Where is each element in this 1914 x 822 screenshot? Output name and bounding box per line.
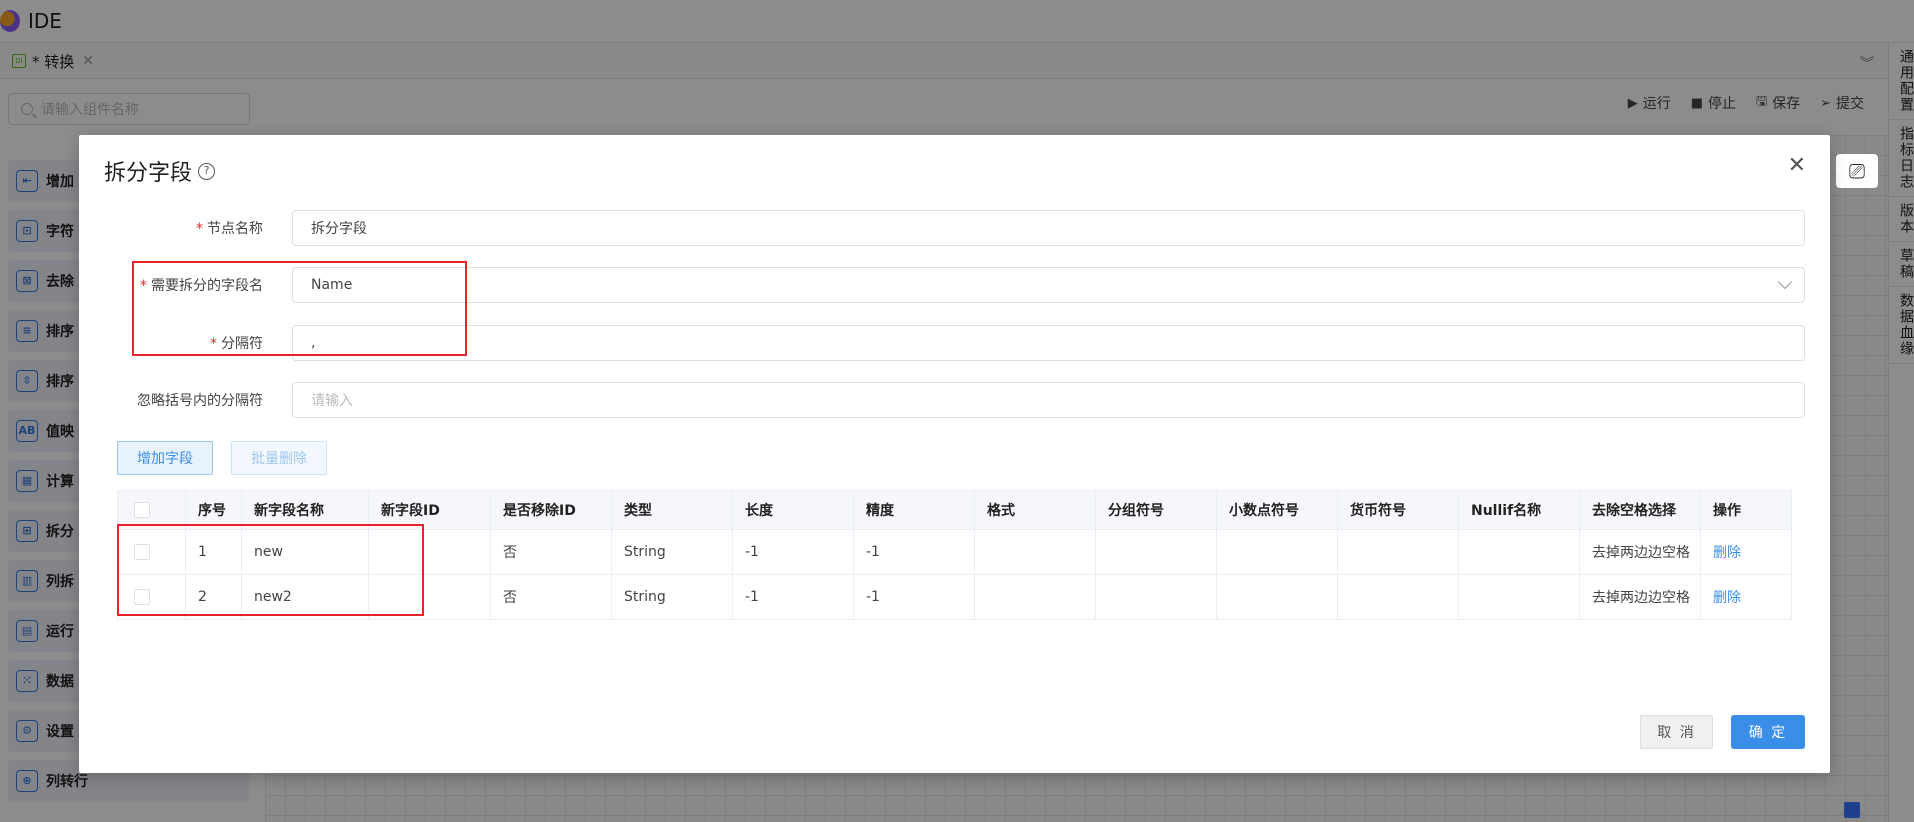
- required-mark: *: [196, 221, 203, 237]
- table-cell[interactable]: [1095, 529, 1217, 575]
- dialog-footer: 取 消 确 定: [1640, 715, 1805, 749]
- table-cell[interactable]: [1337, 574, 1459, 620]
- confirm-button[interactable]: 确 定: [1731, 715, 1805, 749]
- col-header: 操作: [1700, 490, 1792, 530]
- close-icon[interactable]: ✕: [1788, 153, 1806, 178]
- col-header: 格式: [974, 490, 1096, 530]
- table-cell[interactable]: String: [611, 529, 733, 575]
- col-header: 小数点符号: [1216, 490, 1338, 530]
- col-header: 去除空格选择: [1579, 490, 1701, 530]
- dialog-title-text: 拆分字段: [104, 161, 193, 186]
- table-cell[interactable]: [1458, 529, 1580, 575]
- add-field-button[interactable]: 增加字段: [117, 441, 213, 475]
- highlight-box: [117, 524, 424, 616]
- corner-widget-icon[interactable]: [1844, 802, 1860, 818]
- table-cell[interactable]: 去掉两边边空格: [1579, 529, 1701, 575]
- col-header: Nullif名称: [1458, 490, 1580, 530]
- split-field-select[interactable]: Name: [292, 267, 1805, 303]
- table-cell[interactable]: [1216, 529, 1338, 575]
- table-cell[interactable]: 否: [490, 529, 612, 575]
- delete-cell: 删除: [1700, 529, 1792, 575]
- table-cell[interactable]: 否: [490, 574, 612, 620]
- cancel-button[interactable]: 取 消: [1640, 715, 1713, 749]
- select-all-checkbox[interactable]: [134, 502, 150, 518]
- table-cell[interactable]: -1: [732, 529, 854, 575]
- table-cell[interactable]: [974, 574, 1096, 620]
- table-cell[interactable]: [1095, 574, 1217, 620]
- table-actions: 增加字段 批量删除: [117, 441, 327, 475]
- col-header: 长度: [732, 490, 854, 530]
- table-cell[interactable]: [1337, 529, 1459, 575]
- batch-delete-button[interactable]: 批量删除: [231, 441, 327, 475]
- col-header: 分组符号: [1095, 490, 1217, 530]
- help-icon[interactable]: ?: [198, 162, 216, 180]
- col-header: 货币符号: [1337, 490, 1459, 530]
- ignore-brackets-label: 忽略括号内的分隔符: [137, 393, 263, 409]
- table-cell[interactable]: [1216, 574, 1338, 620]
- delete-cell: 删除: [1700, 574, 1792, 620]
- highlight-box: [132, 261, 467, 356]
- dialog-title: 拆分字段 ?: [104, 155, 216, 187]
- node-name-input[interactable]: 拆分字段: [292, 210, 1805, 246]
- delimiter-input[interactable]: ,: [292, 325, 1805, 361]
- table-cell[interactable]: 去掉两边边空格: [1579, 574, 1701, 620]
- col-header: 精度: [853, 490, 975, 530]
- chevron-down-icon: [1777, 274, 1793, 290]
- delete-row-link[interactable]: 删除: [1713, 590, 1741, 606]
- floating-save-icon[interactable]: ⎚: [1836, 154, 1878, 188]
- delete-row-link[interactable]: 删除: [1713, 545, 1741, 561]
- node-name-label-text: 节点名称: [207, 221, 263, 237]
- ignore-brackets-input[interactable]: 请输入: [292, 382, 1805, 418]
- table-cell[interactable]: [974, 529, 1096, 575]
- node-name-label: * 节点名称: [79, 218, 277, 238]
- col-header: 是否移除ID: [490, 490, 612, 530]
- table-cell[interactable]: -1: [853, 574, 975, 620]
- table-cell[interactable]: [1458, 574, 1580, 620]
- col-header: 类型: [611, 490, 733, 530]
- ignore-brackets-row: 忽略括号内的分隔符 请输入: [79, 382, 1830, 418]
- node-name-row: * 节点名称 拆分字段: [79, 210, 1830, 246]
- split-field-dialog: 拆分字段 ? ✕ * 节点名称 拆分字段 * 需要拆分的字段名 Name * 分隔符 …: [79, 135, 1830, 773]
- table-cell[interactable]: -1: [732, 574, 854, 620]
- table-cell[interactable]: String: [611, 574, 733, 620]
- table-cell[interactable]: -1: [853, 529, 975, 575]
